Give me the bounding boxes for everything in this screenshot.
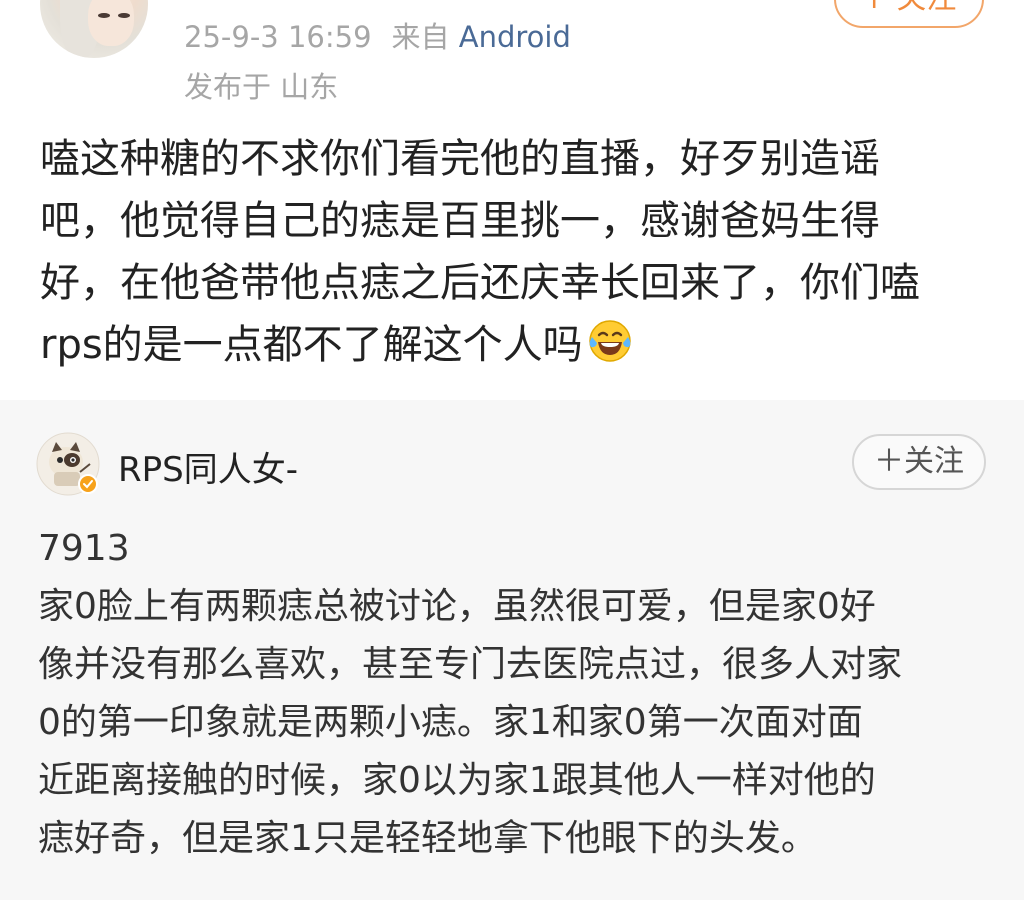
follow-button[interactable]: + 关注 bbox=[834, 0, 984, 28]
post-location: 发布于 山东 bbox=[184, 70, 339, 104]
main-post: 25-9-3 16:59 来自 Android 发布于 山东 + 关注 嗑这种糖的… bbox=[0, 0, 1024, 400]
author-avatar[interactable] bbox=[40, 0, 148, 58]
avatar-eye-left bbox=[98, 13, 110, 18]
repost-follow-button[interactable]: ＋关注 bbox=[852, 434, 986, 490]
repost-author-name[interactable]: RPS同人女- bbox=[118, 442, 298, 491]
post-content-line: 吧，他觉得自己的痣是百里挑一，感谢爸妈生得 bbox=[40, 198, 880, 244]
post-content-line-text: rps的是一点都不了解这个人吗 bbox=[40, 322, 583, 368]
avatar-face bbox=[88, 0, 134, 46]
verified-badge-icon bbox=[78, 474, 98, 494]
avatar-eye-right bbox=[118, 13, 130, 18]
post-content-line-last: rps的是一点都不了解这个人吗 bbox=[40, 314, 980, 376]
repost-content-line: 像并没有那么喜欢，甚至专门去医院点过，很多人对家 bbox=[38, 644, 903, 685]
post-source-device[interactable]: Android bbox=[459, 20, 571, 54]
repost-content-line: 痣好奇，但是家1只是轻轻地拿下他眼下的头发。 bbox=[38, 818, 817, 859]
repost-card[interactable]: RPS同人女- ＋关注 7913 家0脸上有两颗痣总被讨论，虽然很可爱，但是家0… bbox=[0, 400, 1024, 900]
post-source-prefix: 来自 bbox=[391, 20, 450, 54]
post-content: 嗑这种糖的不求你们看完他的直播，好歹别造谣 吧，他觉得自己的痣是百里挑一，感谢爸… bbox=[40, 128, 980, 376]
post-content-line: 嗑这种糖的不求你们看完他的直播，好歹别造谣 bbox=[40, 136, 880, 182]
weibo-post-page: 25-9-3 16:59 来自 Android 发布于 山东 + 关注 嗑这种糖的… bbox=[0, 0, 1024, 900]
post-content-line: 好，在他爸带他点痣之后还庆幸长回来了，你们嗑 bbox=[40, 260, 920, 306]
repost-author-avatar[interactable] bbox=[36, 432, 100, 496]
repost-content-line: 家0脸上有两颗痣总被讨论，虽然很可爱，但是家0好 bbox=[38, 586, 876, 627]
post-timestamp: 25-9-3 16:59 bbox=[184, 20, 372, 54]
repost-content: 7913 家0脸上有两颗痣总被讨论，虽然很可爱，但是家0好 像并没有那么喜欢，甚… bbox=[38, 520, 988, 868]
repost-content-line: 近距离接触的时候，家0以为家1跟其他人一样对他的 bbox=[38, 760, 876, 801]
repost-content-line: 7913 bbox=[38, 528, 130, 569]
post-meta: 25-9-3 16:59 来自 Android bbox=[184, 14, 571, 56]
repost-content-line: 0的第一印象就是两颗小痣。家1和家0第一次面对面 bbox=[38, 702, 863, 743]
laughing-tears-emoji-icon bbox=[588, 320, 631, 362]
